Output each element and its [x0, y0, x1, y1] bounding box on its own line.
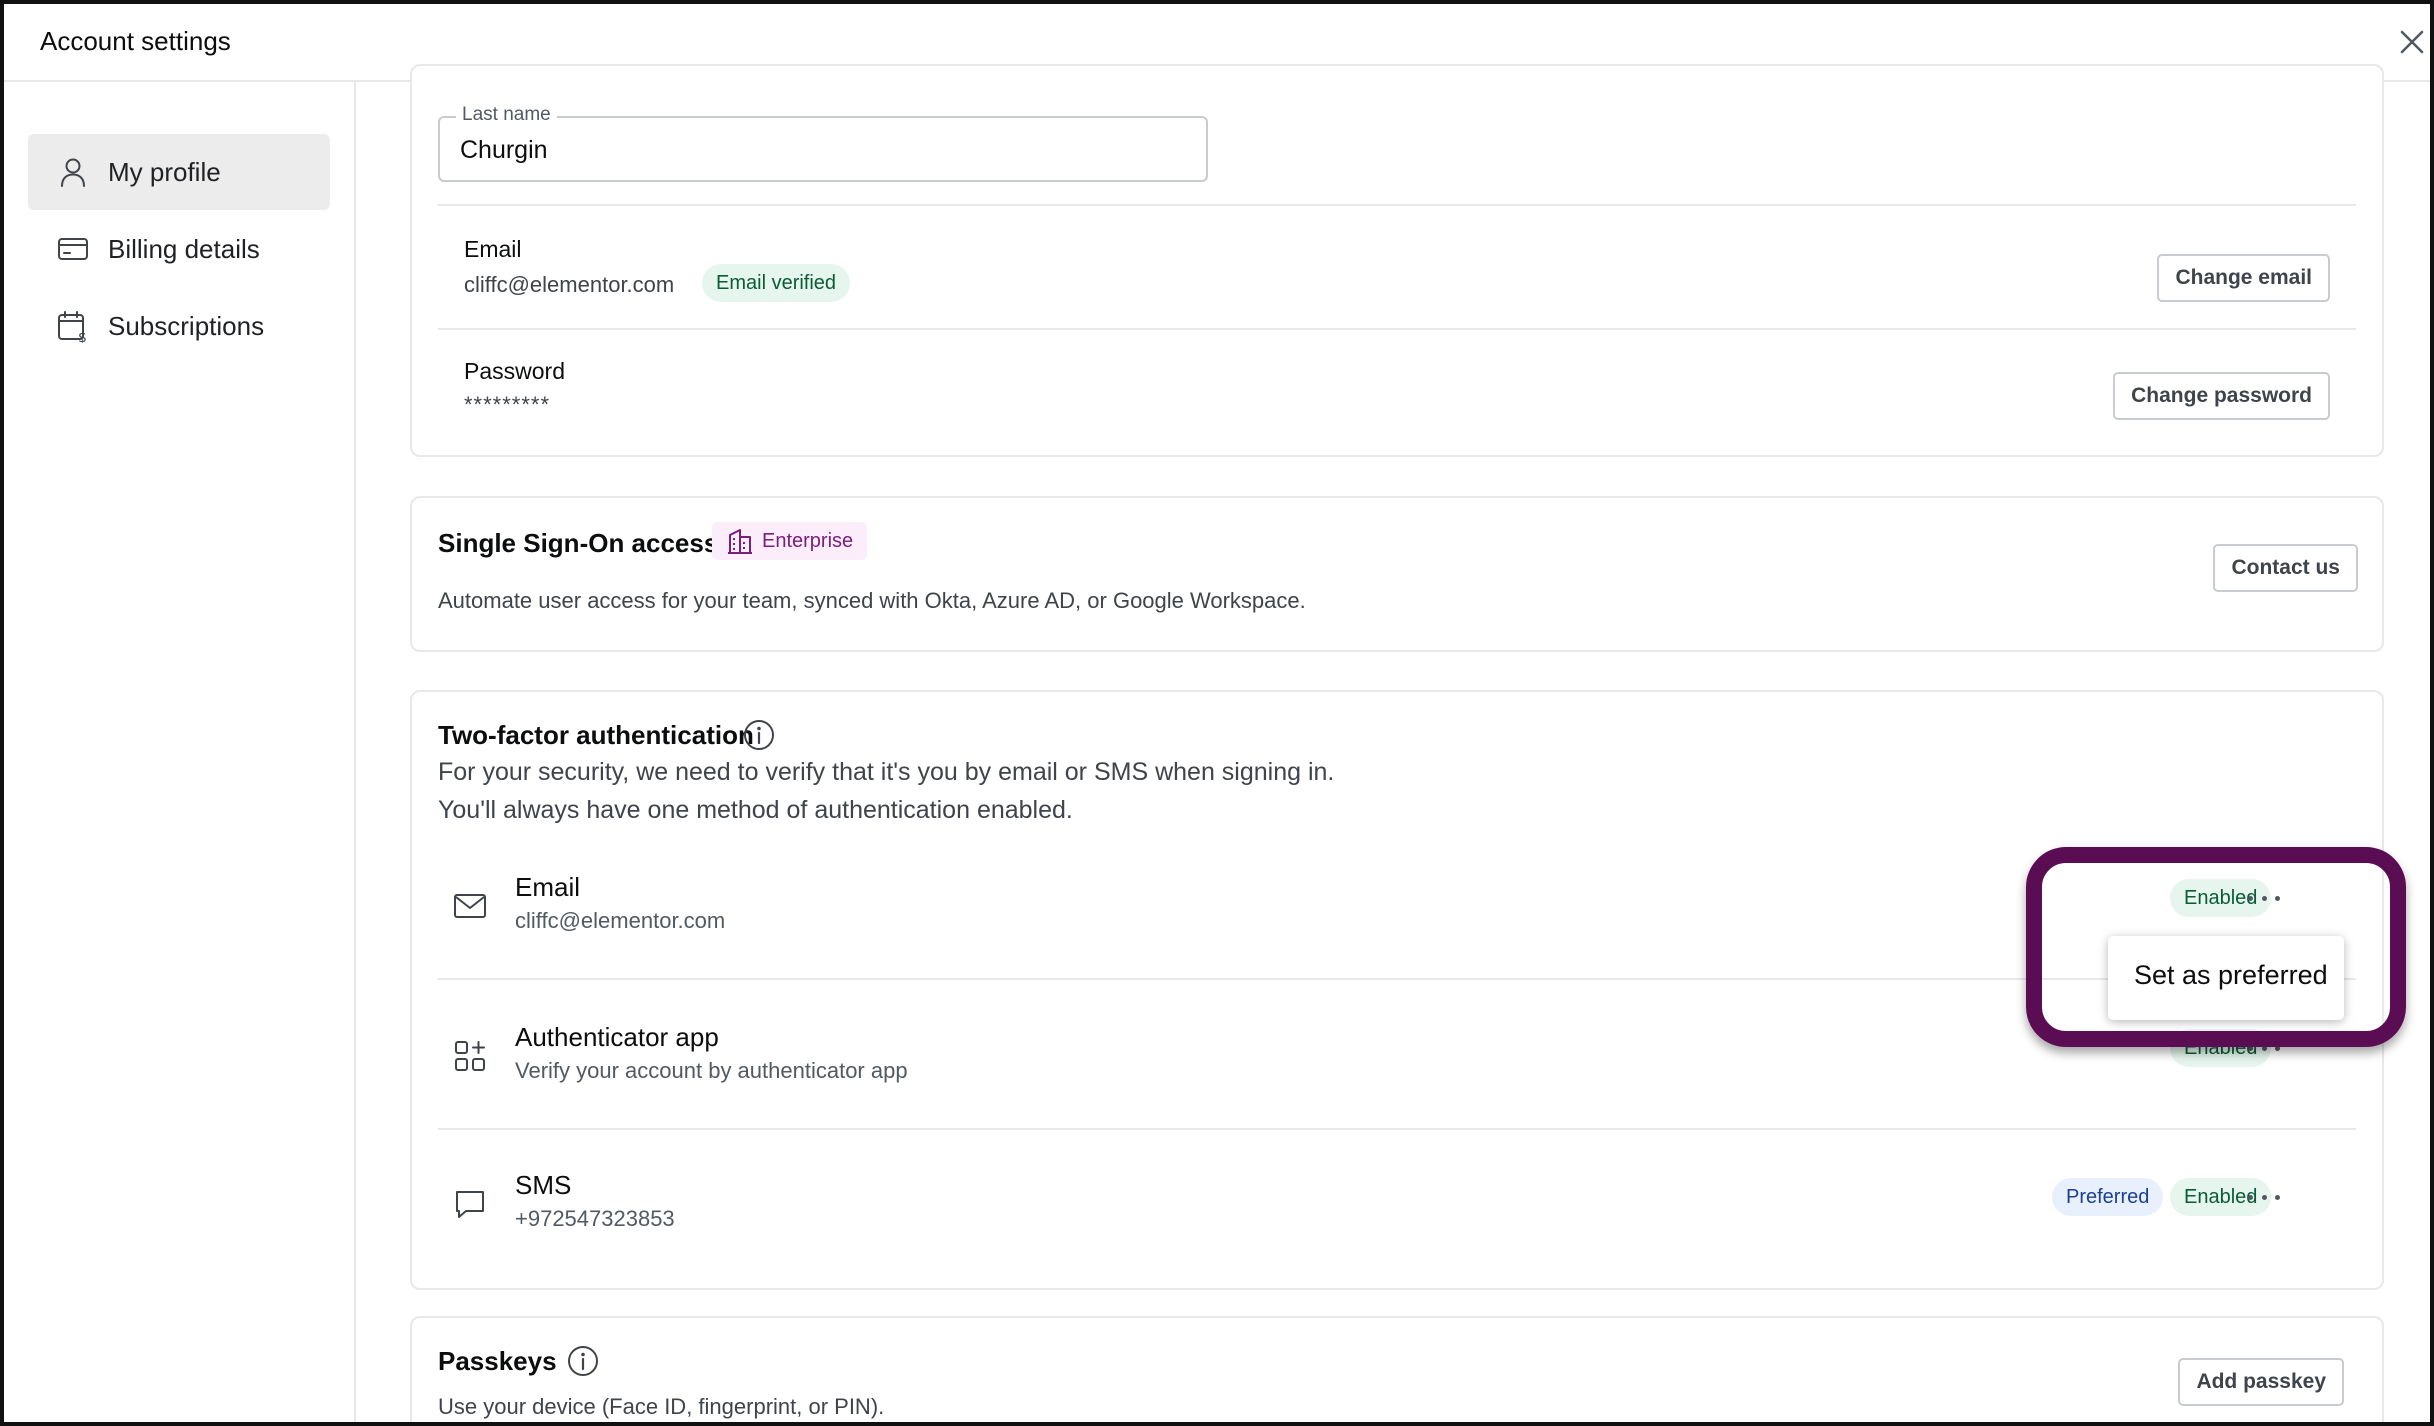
mail-icon: [454, 894, 486, 918]
last-name-label: Last name: [456, 104, 557, 126]
sidebar-item-label: Subscriptions: [108, 310, 265, 341]
passkeys-title: Passkeys: [438, 1346, 557, 1376]
contact-us-button[interactable]: Contact us: [2213, 544, 2358, 592]
method-name: Authenticator app: [515, 1022, 719, 1052]
last-name-field[interactable]: Last name Churgin: [438, 104, 1208, 182]
info-icon[interactable]: [566, 1344, 600, 1378]
sso-description: Automate user access for your team, sync…: [438, 588, 1306, 613]
sidebar-item-label: Billing details: [108, 233, 260, 264]
apps-icon: [455, 1041, 485, 1071]
account-settings-window: Account settings My profile Billing deta…: [0, 0, 2434, 1426]
preferred-badge: Preferred: [2052, 1178, 2164, 1216]
method-sub: +972547323853: [515, 1206, 675, 1231]
enterprise-badge-label: Enterprise: [762, 530, 854, 552]
divider: [438, 1128, 2356, 1130]
credit-card-icon: [58, 238, 88, 260]
sidebar-item-billing-details[interactable]: Billing details: [28, 211, 330, 287]
divider: [438, 978, 2356, 980]
add-passkey-button[interactable]: Add passkey: [2178, 1358, 2344, 1406]
last-name-value: Churgin: [460, 136, 548, 164]
method-name: Email: [515, 872, 581, 902]
method-sub: Verify your account by authenticator app: [515, 1058, 908, 1083]
building-icon: [728, 529, 752, 554]
message-icon: [456, 1191, 484, 1218]
sidebar: My profile Billing details $ Subscriptio…: [4, 82, 356, 1422]
passkeys-card: Passkeys Use your device (Face ID, finge…: [410, 1316, 2384, 1422]
page-title: Account settings: [40, 26, 231, 56]
change-email-button[interactable]: Change email: [2157, 254, 2330, 302]
more-options-button[interactable]: [2244, 883, 2284, 913]
method-sub: cliffc@elementor.com: [515, 908, 726, 933]
divider: [438, 328, 2356, 330]
email-value: cliffc@elementor.com: [464, 272, 675, 297]
password-value: *********: [464, 392, 551, 417]
sidebar-item-subscriptions[interactable]: $ Subscriptions: [28, 288, 330, 364]
change-password-button[interactable]: Change password: [2113, 372, 2330, 420]
sso-title: Single Sign-On access: [438, 528, 719, 558]
sidebar-item-label: My profile: [108, 156, 221, 187]
divider: [438, 204, 2356, 206]
more-options-button[interactable]: [2244, 1182, 2284, 1212]
password-label: Password: [464, 358, 565, 384]
options-dropdown-menu: Set as preferred: [2108, 936, 2344, 1020]
two-factor-line-2: You'll always have one method of authent…: [438, 796, 1073, 824]
method-name: SMS: [515, 1170, 572, 1200]
info-icon[interactable]: [742, 718, 776, 752]
close-button[interactable]: [2394, 24, 2430, 60]
main-content: Last name Churgin Email cliffc@elementor…: [358, 64, 2430, 1422]
sidebar-item-my-profile[interactable]: My profile: [28, 134, 330, 210]
close-icon: [2400, 30, 2424, 54]
two-factor-line-1: For your security, we need to verify tha…: [438, 758, 1335, 786]
user-icon: [61, 158, 85, 187]
two-factor-card: Two-factor authentication For your secur…: [410, 690, 2384, 1290]
email-label: Email: [464, 236, 522, 262]
two-factor-title: Two-factor authentication: [438, 720, 754, 750]
passkeys-description: Use your device (Face ID, fingerprint, o…: [438, 1394, 885, 1419]
svg-text:$: $: [78, 330, 87, 343]
enterprise-badge: Enterprise: [712, 522, 868, 560]
sso-card: Single Sign-On access Enterprise Automat…: [410, 496, 2384, 652]
profile-card: Last name Churgin Email cliffc@elementor…: [410, 64, 2384, 457]
set-as-preferred-menu-item[interactable]: Set as preferred: [2134, 960, 2328, 991]
calendar-dollar-icon: $: [58, 311, 87, 343]
more-options-button[interactable]: [2244, 1033, 2284, 1063]
email-verified-badge: Email verified: [702, 264, 851, 302]
